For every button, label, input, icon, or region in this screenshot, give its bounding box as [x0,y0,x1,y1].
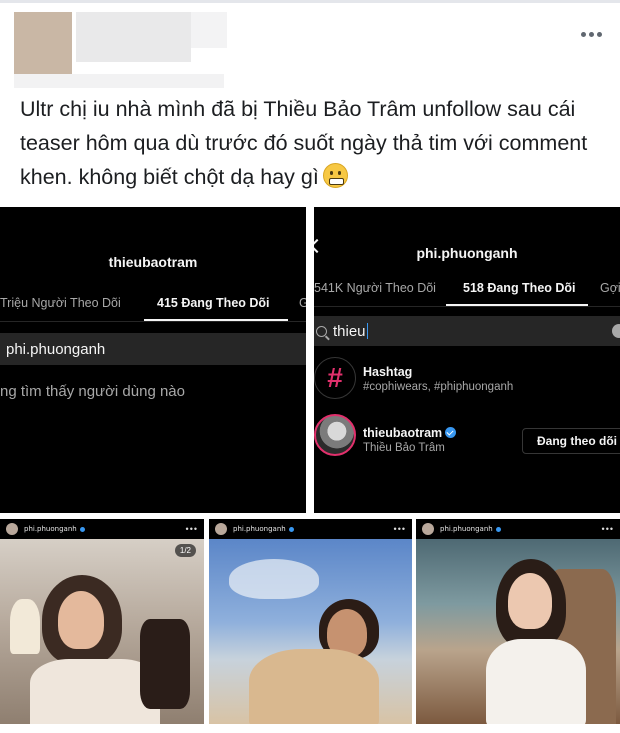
lamp-shape [10,599,40,654]
verified-badge-icon [495,526,501,532]
grimacing-emoji-icon [322,163,348,188]
face-shape [58,591,104,649]
tab-suggested[interactable]: Gợi [600,281,620,295]
result-hashtag-title[interactable]: Hashtag [363,365,412,379]
more-options-icon[interactable]: ••• [186,524,198,534]
profile-username: phi.phuonganh [416,245,518,261]
outfit-shape [249,649,379,724]
tab-divider [0,321,306,322]
result-user-fullname: Thiều Bảo Trâm [363,442,445,454]
tab-divider [314,306,620,307]
following-button[interactable]: Đang theo dõi [522,428,620,454]
top-shape [486,639,586,724]
author-name-blurred[interactable] [76,12,191,62]
more-options-icon[interactable] [576,22,606,46]
verified-badge-icon [445,427,457,438]
author-name-blurred-2 [191,12,227,48]
profile-username: thieubaotram [108,254,198,270]
search-input-value: thieu [333,322,366,340]
carousel-counter: 1/2 [174,544,196,557]
thumbnail-avatar [6,523,18,535]
thumbnail-account: phi.phuonganh [440,525,493,533]
post-meta-blurred [14,74,224,88]
top-border [0,0,620,3]
author-avatar[interactable] [14,12,72,74]
post-text: Ultr chị iu nhà mình đã bị Thiều Bảo Trâ… [20,97,588,189]
photo-image [0,539,204,724]
cloud-shape [229,559,319,599]
tab-following[interactable]: 415 Đang Theo Dõi [157,296,270,310]
tab-followers[interactable]: Triệu Người Theo Dõi [0,296,121,310]
face-shape [508,573,552,629]
search-icon [316,325,327,337]
screenshot-thieubaotram-following[interactable]: thieubaotram Triệu Người Theo Dõi 415 Đa… [0,207,306,513]
search-input[interactable]: phi.phuonganh [0,333,306,365]
thumbnail-avatar [422,523,434,535]
verified-badge-icon [79,526,85,532]
post-body: Ultr chị iu nhà mình đã bị Thiều Bảo Trâ… [20,92,600,194]
tab-followers[interactable]: 541K Người Theo Dõi [314,281,436,295]
screenshot-phiphuonganh-following[interactable]: phi.phuonganh 541K Người Theo Dõi 518 Đa… [314,207,620,513]
result-hashtag-subtitle: #cophiwears, #phiphuonganh [363,381,514,393]
more-options-icon[interactable]: ••• [394,524,406,534]
photo-image [416,539,620,724]
photo-thumbnail-1[interactable]: phi.phuonganh ••• 1/2 [0,519,204,724]
thumbnail-avatar [215,523,227,535]
boots-shape [140,619,190,709]
tab-suggested[interactable]: G [299,296,306,310]
thumbnail-header: phi.phuonganh ••• [0,519,204,539]
thumbnail-account: phi.phuonganh [24,525,77,533]
thumbnail-account: phi.phuonganh [233,525,286,533]
clear-search-icon[interactable] [612,324,620,338]
search-input[interactable]: thieu [314,316,620,346]
hashtag-icon[interactable]: # [314,357,356,399]
thumbnail-header: phi.phuonganh ••• [209,519,412,539]
empty-result-text: ng tìm thấy người dùng nào [0,383,185,400]
thumbnail-header: phi.phuonganh ••• [416,519,620,539]
text-cursor [366,323,368,339]
tab-following[interactable]: 518 Đang Theo Dõi [463,281,576,295]
result-user-row[interactable]: thieubaotram [363,426,457,440]
user-avatar[interactable] [314,414,356,456]
result-user-username: thieubaotram [363,426,443,440]
photo-image [209,539,412,724]
photo-thumbnail-2[interactable]: phi.phuonganh ••• [209,519,412,724]
more-options-icon[interactable]: ••• [602,524,614,534]
search-input-value: phi.phuonganh [6,340,106,358]
verified-badge-icon [288,526,294,532]
photo-thumbnail-3[interactable]: phi.phuonganh ••• [416,519,620,724]
